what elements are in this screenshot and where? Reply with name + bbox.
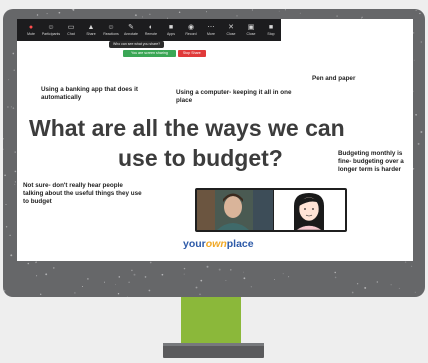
toolbar-label: Stop [267, 31, 275, 36]
toolbar-label: Mute [27, 31, 35, 36]
close-icon: ✕ [228, 23, 234, 31]
toolbar-label: Remote [144, 31, 158, 36]
remote-icon: ◐ [148, 23, 154, 31]
toolbar-stop-button[interactable]: ■ Stop [261, 24, 281, 37]
note-monthly: Budgeting monthly is fine- budgeting ove… [338, 150, 404, 173]
toolbar-label: Participants [41, 31, 61, 36]
share-icon: ▲ [87, 23, 95, 31]
toolbar-record-button[interactable]: ◉ Record [181, 24, 201, 37]
your-own-place-logo: yourownplace [183, 238, 254, 250]
toolbar-label: Close [246, 31, 256, 36]
more-icon: ⋯ [207, 23, 215, 31]
toolbar-remote-button[interactable]: ◐ Remote [141, 24, 161, 37]
toolbar-label: More [207, 31, 215, 36]
participant-photo [197, 190, 273, 230]
toolbar-label: Close [226, 31, 236, 36]
chat-icon: ▭ [67, 23, 75, 31]
screen-sharing-status: You are screen sharing [123, 50, 176, 57]
toolbar-more-button[interactable]: ⋯ More [201, 24, 221, 37]
toolbar-label: Share [86, 31, 96, 36]
monitor-stand-neck [181, 297, 241, 345]
toolbar-label: Reactions [103, 31, 119, 36]
slide-headline-line-1: What are all the ways we can [29, 115, 345, 141]
monitor-screen: ● Mute ☺ Participants ▭ Chat ▲ Share ☺ Reactions ✎… [17, 19, 413, 261]
window-icon: ▣ [247, 23, 255, 31]
monitor-stand-base-highlight [163, 343, 264, 346]
note-banking-app: Using a banking app that does it automat… [41, 86, 138, 101]
toolbar-reactions-button[interactable]: ☺ Reactions [101, 24, 121, 37]
participants-icon: ☺ [47, 23, 55, 31]
toolbar-window-button[interactable]: ▣ Close [241, 24, 261, 37]
toolbar-apps-button[interactable]: ■ Apps [161, 24, 181, 37]
toolbar-close-button[interactable]: ✕ Close [221, 24, 241, 37]
toolbar-microphone-button[interactable]: ● Mute [21, 24, 41, 37]
toolbar-label: Chat [67, 31, 75, 36]
share-visibility-notice[interactable]: Who can see what you share? [109, 41, 165, 48]
toolbar-participants-button[interactable]: ☺ Participants [41, 24, 61, 37]
stop-icon: ■ [268, 23, 274, 31]
toolbar-label: Record [185, 31, 197, 36]
video-participant-strip [195, 188, 347, 232]
apps-icon: ■ [168, 23, 174, 31]
record-icon: ◉ [187, 23, 195, 31]
screen-share-bar: You are screen sharing Stop Share [123, 50, 206, 57]
participant-video-tile[interactable] [197, 190, 273, 230]
stop-share-button[interactable]: Stop Share [177, 50, 206, 57]
note-pen-paper: Pen and paper [312, 75, 356, 82]
zoom-toolbar: ● Mute ☺ Participants ▭ Chat ▲ Share ☺ Reactions ✎… [17, 19, 281, 41]
avatar-illustration [274, 190, 345, 230]
note-not-sure: Not sure- don't really hear people talki… [23, 182, 142, 205]
slide-headline-line-2: use to budget? [118, 145, 283, 171]
toolbar-pen-button[interactable]: ✎ Annotate [121, 24, 141, 37]
toolbar-chat-button[interactable]: ▭ Chat [61, 24, 81, 37]
toolbar-share-button[interactable]: ▲ Share [81, 24, 101, 37]
microphone-icon: ● [28, 23, 34, 31]
toolbar-label: Apps [167, 31, 175, 36]
pen-icon: ✎ [128, 23, 134, 31]
monitor-frame: ● Mute ☺ Participants ▭ Chat ▲ Share ☺ Reactions ✎… [3, 9, 425, 297]
toolbar-label: Annotate [123, 31, 138, 36]
participant-avatar-tile[interactable] [274, 190, 345, 230]
reactions-icon: ☺ [107, 23, 115, 31]
note-computer: Using a computer- keeping it all in one … [176, 89, 292, 104]
